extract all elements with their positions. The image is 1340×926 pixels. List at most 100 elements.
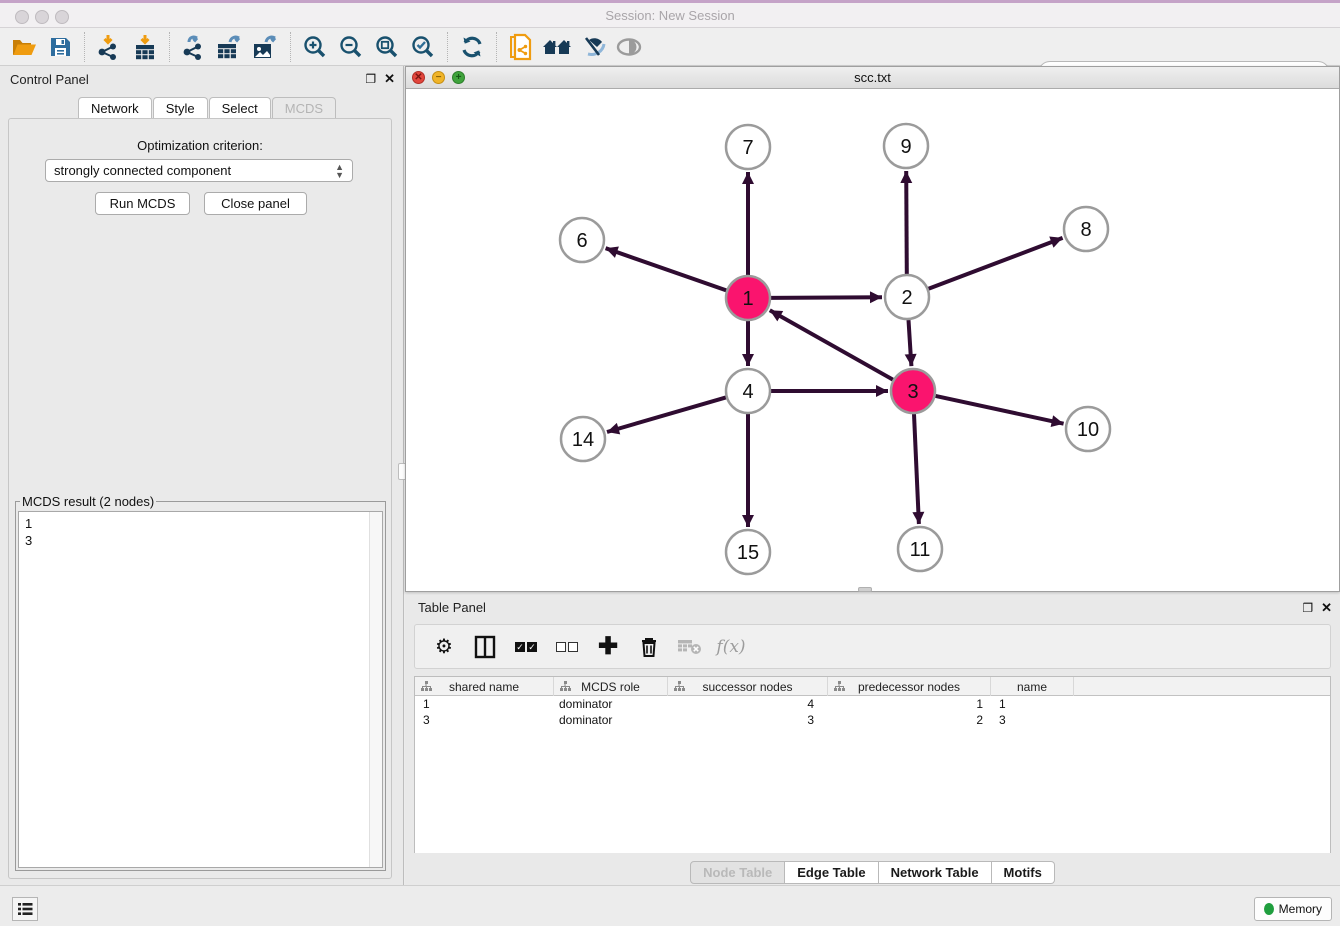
zoom-in-icon[interactable] [297,31,333,63]
graph-edge-1-6[interactable] [606,248,727,290]
add-column-icon[interactable]: ✚ [595,634,621,660]
toolbar-separator [290,32,291,62]
graph-edge-2-9[interactable] [906,171,907,274]
deselect-all-columns-icon[interactable] [554,634,580,660]
graph-node-label-6: 6 [576,230,587,252]
function-builder-icon-disabled: f(x) [718,634,744,660]
toolbar-separator [496,32,497,62]
network-window-titlebar[interactable]: ✕ − + scc.txt [406,67,1339,89]
run-mcds-button[interactable]: Run MCDS [95,192,190,215]
graph-edge-2-3[interactable] [909,320,912,366]
table-cell[interactable]: 3 [991,712,1074,728]
column-header-MCDS-role[interactable]: MCDS role [554,677,668,696]
float-panel-icon[interactable]: ❐ [365,72,376,86]
column-header-predecessor-nodes[interactable]: predecessor nodes [828,677,991,696]
show-column-icon[interactable] [472,634,498,660]
zoom-fit-icon[interactable] [369,31,405,63]
graph-node-label-14: 14 [572,429,594,451]
graph-node-label-10: 10 [1077,419,1099,441]
graph-edge-3-1[interactable] [770,310,893,379]
column-header-successor-nodes[interactable]: successor nodes [668,677,828,696]
float-panel-icon[interactable]: ❐ [1302,601,1313,615]
export-table-icon[interactable] [212,31,248,63]
status-bar: Memory [0,885,1340,926]
table-cell[interactable]: dominator [554,696,668,712]
table-panel-title: Table Panel [418,600,486,615]
export-image-icon[interactable] [248,31,284,63]
table-row[interactable]: 1dominator411 [415,696,1330,712]
graph-node-label-1: 1 [742,288,753,310]
tab-select[interactable]: Select [209,97,271,118]
window-title: Session: New Session [0,8,1340,23]
graph-node-label-8: 8 [1080,219,1091,241]
zoom-out-icon[interactable] [333,31,369,63]
close-panel-button[interactable]: Close panel [204,192,307,215]
delete-column-trash-icon[interactable] [636,634,662,660]
table-cell[interactable]: 1 [828,696,991,712]
eye-hidden-icon[interactable] [611,31,647,63]
window-titlebar: Session: New Session [0,0,1340,28]
mcds-result-line: 1 [25,515,376,532]
table-cell[interactable]: dominator [554,712,668,728]
zoom-selected-icon[interactable] [405,31,441,63]
mcds-result-textarea[interactable]: 13 [18,511,383,868]
tab-network-table[interactable]: Network Table [879,861,992,884]
column-header-shared-name[interactable]: shared name [415,677,554,696]
mcds-result-title: MCDS result (2 nodes) [20,494,156,509]
application-window: Session: New Session [0,0,1340,926]
tab-mcds[interactable]: MCDS [272,97,336,118]
graph-edge-2-8[interactable] [929,238,1063,289]
toolbar-separator [447,32,448,62]
toggle-graphics-details-icon[interactable] [575,31,611,63]
graph-edge-1-2[interactable] [771,297,882,298]
toolbar-separator [84,32,85,62]
column-header-name[interactable]: name [991,677,1074,696]
import-table-icon[interactable] [127,31,163,63]
table-toolbar: ⚙ ✓✓ ✚ f(x) [414,624,1331,669]
graph-edge-4-14[interactable] [607,397,726,432]
mcds-tab-content: Optimization criterion: strongly connect… [8,118,392,879]
open-session-icon[interactable] [6,31,42,63]
graph-node-label-7: 7 [742,137,753,159]
table-row[interactable]: 3dominator323 [415,712,1330,728]
memory-button[interactable]: Memory [1254,897,1332,921]
tab-network[interactable]: Network [78,97,152,118]
table-cell[interactable]: 1 [991,696,1074,712]
criterion-value: strongly connected component [54,163,231,178]
table-cell[interactable]: 2 [828,712,991,728]
table-cell[interactable]: 1 [415,696,554,712]
frame-resize-handle[interactable] [858,587,872,592]
graph-edge-3-10[interactable] [936,396,1064,424]
tab-node-table[interactable]: Node Table [690,861,785,884]
home-networks-icon[interactable] [539,31,575,63]
tab-motifs[interactable]: Motifs [992,861,1055,884]
table-settings-gear-icon[interactable]: ⚙ [431,634,457,660]
result-scrollbar[interactable] [369,512,382,867]
save-session-icon[interactable] [42,31,78,63]
table-cell[interactable]: 3 [415,712,554,728]
table-cell[interactable]: 4 [668,696,828,712]
network-file-icon[interactable] [503,31,539,63]
table-cell[interactable]: 3 [668,712,828,728]
close-panel-icon[interactable]: ✕ [1321,600,1332,616]
control-panel-tabs: NetworkStyleSelectMCDS [78,97,337,118]
control-panel: Control Panel ❐ ✕ NetworkStyleSelectMCDS… [0,66,404,885]
network-view-window: ✕ − + scc.txt 7968124314101511 [405,66,1340,592]
export-network-icon[interactable] [176,31,212,63]
import-network-icon[interactable] [91,31,127,63]
tab-edge-table[interactable]: Edge Table [785,861,878,884]
graph-edge-3-11[interactable] [914,414,919,524]
network-canvas-svg[interactable]: 7968124314101511 [406,89,1339,591]
select-all-columns-icon[interactable]: ✓✓ [513,634,539,660]
close-panel-icon[interactable]: ✕ [384,71,395,87]
graph-node-label-3: 3 [907,381,918,403]
optimization-criterion-label: Optimization criterion: [9,138,391,153]
table-panel-tabs: Node TableEdge TableNetwork TableMotifs [405,861,1340,884]
task-history-button[interactable] [12,897,38,921]
criterion-select[interactable]: strongly connected component ▲▼ [45,159,353,182]
list-icon [17,902,33,916]
tab-style[interactable]: Style [153,97,208,118]
control-panel-title: Control Panel [10,72,89,87]
network-window-title: scc.txt [406,70,1339,85]
apply-layout-refresh-icon[interactable] [454,31,490,63]
